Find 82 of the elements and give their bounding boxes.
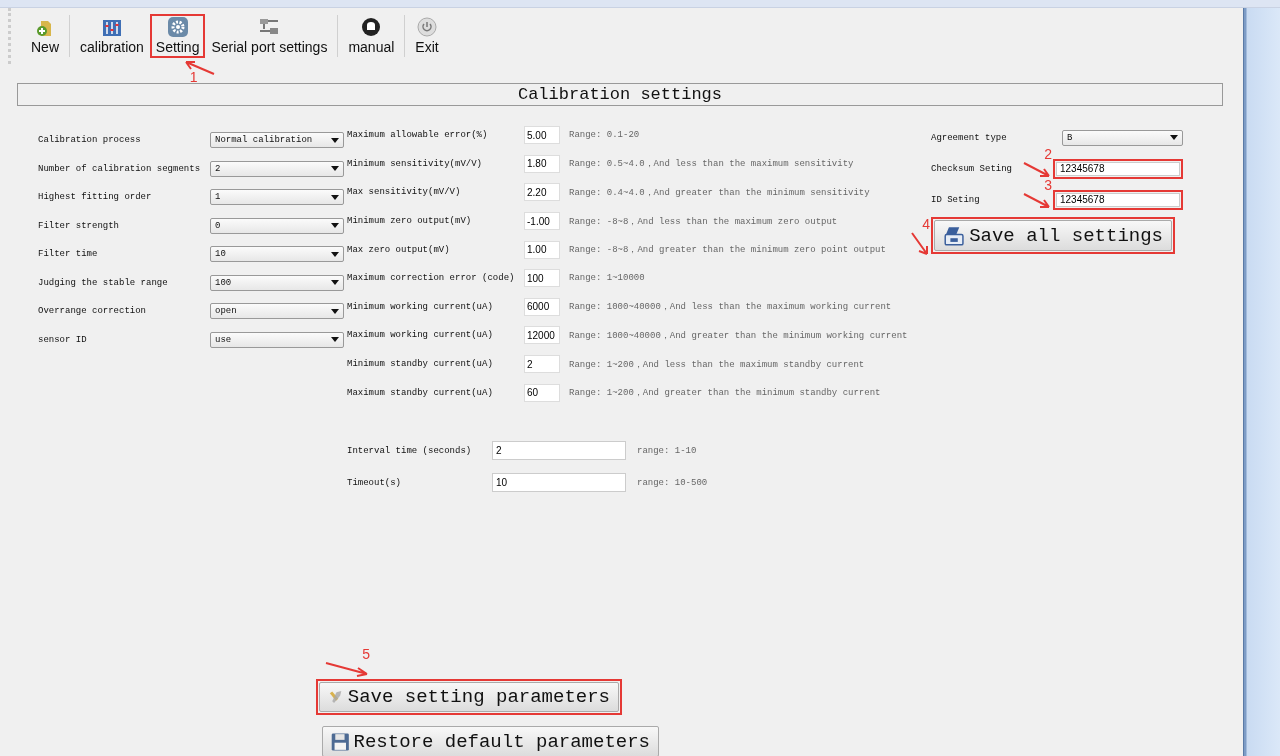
annotation-arrow <box>910 231 930 257</box>
toolbar-button[interactable]: Setting <box>152 17 203 55</box>
folder-plus-icon <box>36 19 54 37</box>
field-label: Maximum allowable error(%) <box>347 130 489 141</box>
range-hint: Range: -8~8，And greater than the minimum zero point output <box>569 244 886 257</box>
input-field[interactable]: 60 <box>524 383 560 402</box>
field-label: Max zero output(mV) <box>347 244 451 255</box>
callout-number: 5 <box>362 647 370 661</box>
toolbar-button[interactable]: Exit <box>412 17 442 55</box>
field-label: Minimum standby current(uA) <box>347 359 494 370</box>
dropdown[interactable]: 1 <box>210 189 344 206</box>
toolbar-button[interactable]: calibration <box>77 19 147 55</box>
range-hint: Range: 1000~40000，And less than the maximum working current <box>569 301 892 314</box>
field-label: Filter time <box>38 249 99 260</box>
toolbar-button[interactable]: Restore default parameters <box>322 726 659 756</box>
field-label: Minimum sensitivity(mV/V) <box>347 158 484 169</box>
range-hint: Range: 0.1-20 <box>569 130 640 141</box>
dropdown[interactable]: 0 <box>210 217 344 234</box>
annotation-arrow <box>1022 160 1052 179</box>
field-label: Checksum Seting <box>931 163 1012 174</box>
annotation-arrow <box>324 661 370 677</box>
field-label: Overrange correction <box>38 306 148 317</box>
input-field[interactable]: 100 <box>524 269 560 288</box>
dropdown[interactable]: B <box>1062 129 1183 146</box>
field-label: Highest fitting order <box>38 192 153 203</box>
save-all-button[interactable]: Save all settings <box>934 220 1172 251</box>
dropdown[interactable]: open <box>210 303 344 320</box>
dropdown[interactable]: 100 <box>210 274 344 291</box>
toolbar-button[interactable]: Serial port settings <box>208 17 331 55</box>
callout-number: 4 <box>922 217 930 231</box>
range-hint: Range: 0.5~4.0，And less than the maximum sensitivity <box>569 158 854 171</box>
field-label: Number of calibration segments <box>38 163 202 174</box>
dropdown[interactable]: 2 <box>210 160 344 177</box>
field-label: Maximum working current(uA) <box>347 330 494 341</box>
field-label: Calibration process <box>38 135 142 146</box>
field-label: Judging the stable range <box>38 277 169 288</box>
field-label: Max sensitivity(mV/V) <box>347 187 462 198</box>
input-field[interactable]: 12000 <box>524 326 560 345</box>
field-label: sensor ID <box>38 334 88 345</box>
input-field[interactable]: 2 <box>524 355 560 374</box>
settings-icon <box>167 17 188 37</box>
range-hint: Range: 1~10000 <box>569 273 645 284</box>
toolbar-button[interactable]: manual <box>345 17 398 55</box>
field-label: Agreement type <box>931 132 1007 143</box>
field-label: Maximum correction error (code) <box>347 273 516 284</box>
input-field[interactable]: 1.00 <box>524 240 560 259</box>
range-hint: range: 1-10 <box>637 445 697 456</box>
power-icon <box>417 17 437 37</box>
field-label: Maximum standby current(uA) <box>347 387 494 398</box>
toolbar-button[interactable]: Save setting parameters <box>319 682 619 712</box>
range-hint: Range: 1~200，And greater than the minimum standby current <box>569 387 881 400</box>
field-label: ID Seting <box>931 194 980 205</box>
dropdown[interactable]: Normal calibration <box>210 132 344 149</box>
range-hint: Range: 0.4~4.0，And greater than the minimum sensitivity <box>569 187 870 199</box>
toolbar-button[interactable]: New <box>28 19 62 55</box>
input-field[interactable]: 2.20 <box>524 183 560 202</box>
dropdown[interactable]: 10 <box>210 246 344 263</box>
input-field[interactable]: 12345678 <box>1056 161 1180 176</box>
field-label: Minimum working current(uA) <box>347 301 494 312</box>
panel-title: Calibration settings <box>17 83 1223 106</box>
dropdown[interactable]: use <box>210 331 344 348</box>
callout-number: 2 <box>1044 146 1052 161</box>
input-field[interactable]: 1.80 <box>524 154 560 173</box>
cable-plug-icon <box>258 17 281 37</box>
annotation-arrow <box>1022 191 1052 210</box>
callout-number: 3 <box>1044 177 1052 192</box>
input-field[interactable]: 5.00 <box>524 126 560 145</box>
callout-number: 1 <box>189 70 198 84</box>
range-hint: Range: -8~8，And less than the maximum zero output <box>569 215 838 228</box>
input-field[interactable]: -1.00 <box>524 212 560 231</box>
field-label: Minimum zero output(mV) <box>347 216 473 227</box>
range-hint: Range: 1~200，And less than the maximum standby current <box>569 358 865 371</box>
range-hint: Range: 1000~40000，And greater than the minimum working current <box>569 329 908 342</box>
sliders-icon <box>101 19 122 37</box>
range-hint: range: 10-500 <box>637 477 708 488</box>
field-label: Interval time (seconds) <box>347 445 473 456</box>
input-field[interactable]: 6000 <box>524 297 560 316</box>
field-label: Filter strength <box>38 220 120 231</box>
input-field[interactable]: 2 <box>492 441 626 461</box>
field-label: Timeout(s) <box>347 477 402 488</box>
input-field[interactable]: 12345678 <box>1056 192 1180 207</box>
input-field[interactable]: 10 <box>492 473 626 493</box>
